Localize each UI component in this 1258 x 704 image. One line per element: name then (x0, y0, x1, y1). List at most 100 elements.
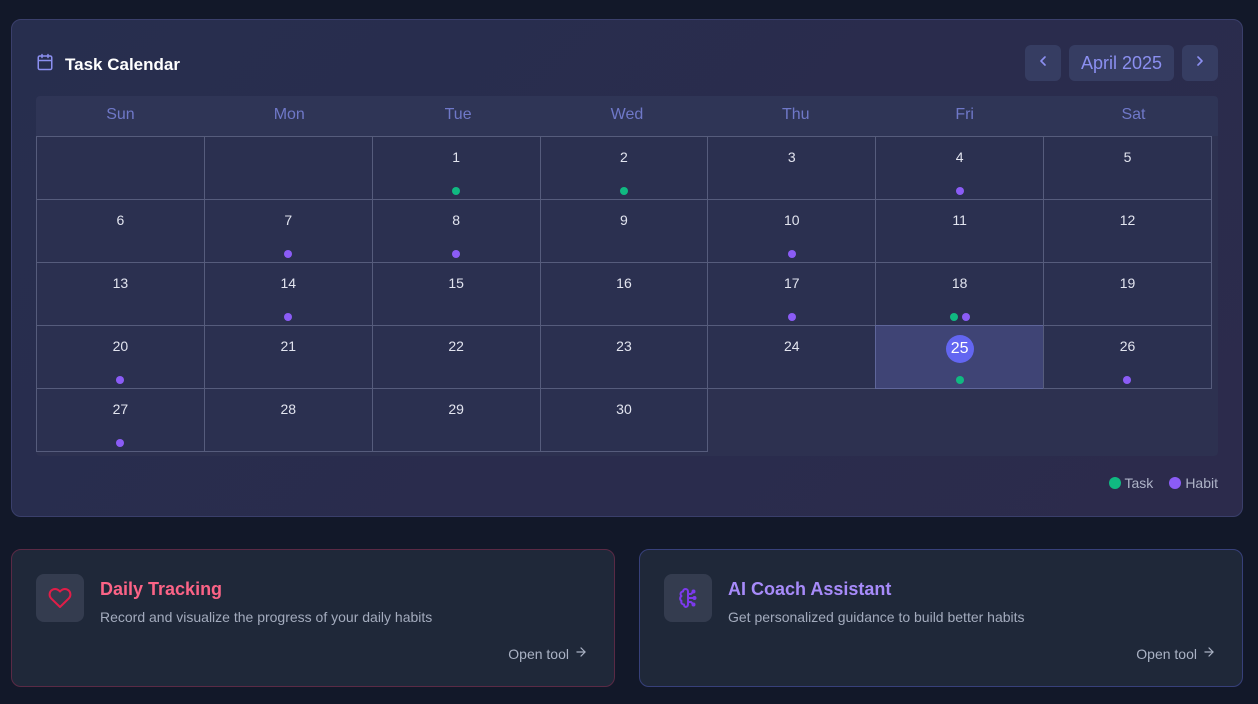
habit-dot-icon (961, 313, 970, 321)
chevron-right-icon (1192, 53, 1208, 74)
calendar-day[interactable]: 24 (707, 325, 877, 389)
current-month-label: April 2025 (1068, 45, 1174, 81)
calendar-day[interactable]: 11 (875, 199, 1045, 263)
brain-icon (664, 574, 712, 622)
calendar-day[interactable]: 6 (36, 199, 205, 263)
calendar-day[interactable]: 28 (203, 388, 373, 452)
calendar-day[interactable]: 7 (203, 199, 373, 263)
calendar-day[interactable]: 2 (539, 136, 709, 200)
weekday-header-row: Sun Mon Tue Wed Thu Fri Sat (36, 96, 1218, 136)
calendar-day[interactable]: 14 (203, 262, 373, 326)
habit-dot-icon (955, 187, 964, 195)
day-number: 5 (1123, 149, 1132, 165)
day-number: 8 (452, 212, 460, 228)
calendar-day[interactable]: 8 (371, 199, 541, 263)
day-number: 24 (784, 338, 800, 354)
daily-tracking-card[interactable]: Daily Tracking Record and visualize the … (11, 549, 615, 687)
habit-dot-icon (116, 439, 125, 447)
calendar-day[interactable]: 23 (539, 325, 709, 389)
day-number: 1 (452, 149, 460, 165)
arrow-right-icon (1197, 645, 1216, 662)
calendar-day[interactable]: 4 (875, 136, 1045, 200)
day-number: 2 (620, 149, 628, 165)
day-number: 6 (116, 212, 125, 228)
calendar-header: Task Calendar April 2025 (36, 45, 1218, 81)
habit-dot-icon (284, 250, 293, 258)
day-markers (876, 313, 1043, 321)
heart-icon (36, 574, 84, 622)
day-number: 22 (448, 338, 464, 354)
calendar-empty-cell (36, 136, 205, 200)
calendar-legend: Task Habit (1093, 475, 1218, 491)
legend-habit: Habit (1169, 475, 1218, 491)
calendar-day[interactable]: 29 (371, 388, 541, 452)
task-dot-icon (619, 187, 628, 195)
habit-dot-icon (787, 313, 796, 321)
day-number: 11 (952, 212, 967, 228)
day-number: 30 (616, 401, 632, 417)
calendar-day[interactable]: 20 (36, 325, 205, 389)
task-dot-icon (1108, 477, 1121, 489)
chevron-left-icon (1035, 53, 1051, 74)
day-number: 18 (951, 275, 968, 291)
day-number: 26 (1119, 338, 1136, 354)
open-tool-link[interactable]: Open tool (1136, 645, 1216, 662)
day-markers (708, 250, 875, 258)
day-markers (37, 439, 204, 447)
day-number: 21 (280, 338, 297, 354)
prev-month-button[interactable] (1024, 45, 1061, 81)
day-markers (708, 313, 875, 321)
calendar-icon (36, 53, 54, 76)
calendar-empty-cell (203, 136, 373, 200)
calendar-day[interactable]: 26 (1043, 325, 1212, 389)
calendar-day[interactable]: 16 (539, 262, 709, 326)
calendar-day[interactable]: 5 (1043, 136, 1212, 200)
habit-dot-icon (452, 250, 461, 258)
calendar-day[interactable]: 27 (36, 388, 205, 452)
day-number: 7 (284, 212, 293, 228)
day-markers (37, 376, 204, 384)
day-number: 29 (448, 401, 464, 417)
legend-task: Task (1108, 475, 1154, 491)
day-number: 23 (616, 338, 632, 354)
calendar-day[interactable]: 21 (203, 325, 373, 389)
day-markers (876, 187, 1043, 195)
day-markers (1044, 376, 1211, 384)
open-tool-label: Open tool (1136, 645, 1197, 662)
calendar-day[interactable]: 18 (875, 262, 1045, 326)
month-navigation: April 2025 (1024, 45, 1218, 81)
calendar-day[interactable]: 15 (371, 262, 541, 326)
calendar-day[interactable]: 10 (707, 199, 877, 263)
day-number: 14 (280, 275, 297, 291)
weekday-label: Sat (1121, 106, 1146, 123)
habit-dot-icon (284, 313, 293, 321)
day-number: 17 (784, 275, 800, 291)
day-number: 13 (112, 275, 129, 291)
calendar-day[interactable]: 30 (539, 388, 709, 452)
calendar-day[interactable]: 22 (371, 325, 541, 389)
calendar-day[interactable]: 1 (371, 136, 541, 200)
next-month-button[interactable] (1182, 45, 1218, 81)
day-number: 4 (955, 149, 964, 165)
calendar-day[interactable]: 9 (539, 199, 709, 263)
day-markers (205, 250, 372, 258)
day-number: 20 (112, 338, 129, 354)
tool-description: Get personalized guidance to build bette… (728, 609, 1025, 625)
arrow-right-icon (569, 645, 588, 662)
calendar-day-today[interactable]: 25 (875, 325, 1045, 389)
calendar-day[interactable]: 17 (707, 262, 877, 326)
day-number: 9 (620, 212, 628, 228)
calendar-day[interactable]: 3 (707, 136, 877, 200)
calendar-day[interactable]: 12 (1043, 199, 1212, 263)
ai-coach-card[interactable]: AI Coach Assistant Get personalized guid… (639, 549, 1243, 687)
legend-task-label: Task (1124, 475, 1154, 491)
task-dot-icon (955, 376, 964, 384)
calendar-empty-cell (707, 388, 876, 452)
calendar-day[interactable]: 19 (1043, 262, 1212, 326)
tool-title: Daily Tracking (100, 579, 223, 599)
habit-dot-icon (116, 376, 125, 384)
day-number: 16 (616, 275, 632, 291)
calendar-day[interactable]: 13 (36, 262, 205, 326)
open-tool-link[interactable]: Open tool (508, 645, 588, 662)
day-markers (373, 187, 540, 195)
